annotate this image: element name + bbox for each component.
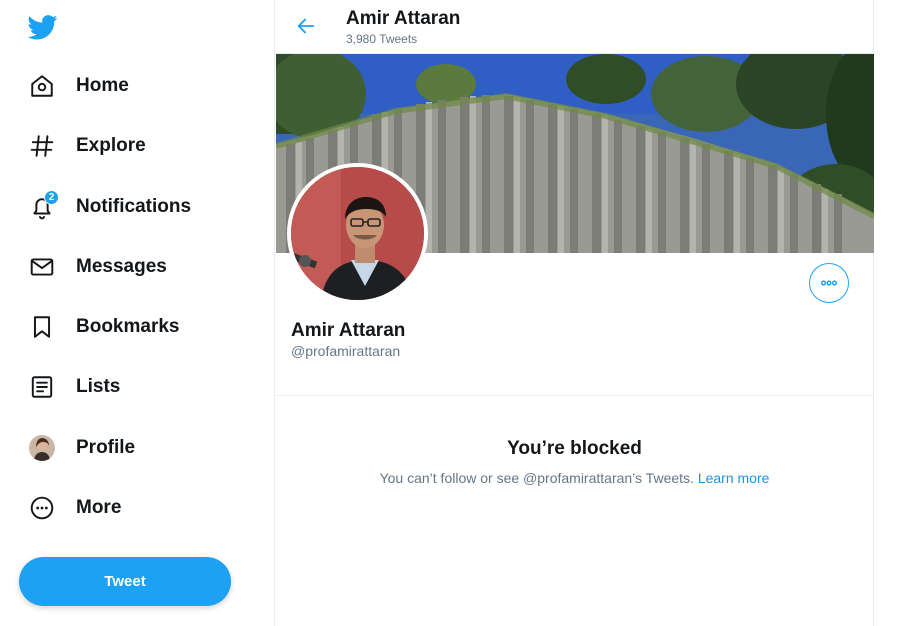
sidebar-item-label: Messages <box>76 256 167 277</box>
notification-badge: 2 <box>44 190 59 205</box>
tweet-count: 3,980 Tweets <box>346 32 418 46</box>
learn-more-link[interactable]: Learn more <box>698 470 770 486</box>
blocked-title: You’re blocked <box>507 438 642 459</box>
hashtag-icon <box>28 132 56 160</box>
envelope-icon <box>28 253 56 281</box>
list-icon <box>28 373 56 401</box>
sidebar-item-messages[interactable]: Messages <box>28 247 167 287</box>
sidebar-item-profile[interactable]: Profile <box>28 428 135 468</box>
bookmark-icon <box>28 313 56 341</box>
sidebar-item-label: Bookmarks <box>76 316 180 337</box>
more-circle-icon <box>28 494 56 522</box>
sidebar-item-more[interactable]: More <box>28 488 121 528</box>
sidebar-item-explore[interactable]: Explore <box>28 126 146 166</box>
back-arrow-icon[interactable] <box>293 13 319 39</box>
bell-icon: 2 <box>28 190 59 221</box>
sidebar-item-bookmarks[interactable]: Bookmarks <box>28 307 180 347</box>
sidebar-item-lists[interactable]: Lists <box>28 367 120 407</box>
tweet-button[interactable]: Tweet <box>19 557 231 606</box>
profile-name: Amir Attaran <box>291 320 406 341</box>
ellipsis-icon <box>820 280 838 286</box>
sidebar-item-label: Lists <box>76 376 121 397</box>
home-icon <box>28 72 56 100</box>
profile-avatar[interactable] <box>287 163 428 304</box>
avatar <box>29 435 55 461</box>
sidebar-item-home[interactable]: Home <box>28 66 129 106</box>
main-column: Amir Attaran 3,980 Tweets Amir Attaran @… <box>274 0 874 626</box>
sidebar-item-label: Profile <box>76 437 136 458</box>
twitter-bird-icon[interactable] <box>27 12 60 40</box>
profile-icon-wrapper <box>28 434 56 462</box>
divider <box>275 395 874 396</box>
blocked-message: You can’t follow or see @profamirattaran… <box>275 470 874 486</box>
sidebar-item-label: Home <box>76 75 129 96</box>
sidebar-item-label: More <box>76 497 122 518</box>
sidebar-item-label: Notifications <box>76 196 192 217</box>
sidebar-item-label: Explore <box>76 135 146 156</box>
more-options-button[interactable] <box>809 263 849 303</box>
page-title: Amir Attaran <box>346 8 461 29</box>
sidebar: Home Explore 2 Notifications Messages Bo… <box>0 0 275 626</box>
blocked-message-text: You can’t follow or see @profamirattaran… <box>379 470 694 486</box>
sidebar-item-notifications[interactable]: 2 Notifications <box>28 187 191 227</box>
profile-header: Amir Attaran 3,980 Tweets <box>275 0 874 54</box>
profile-handle: @profamirattaran <box>291 343 401 359</box>
